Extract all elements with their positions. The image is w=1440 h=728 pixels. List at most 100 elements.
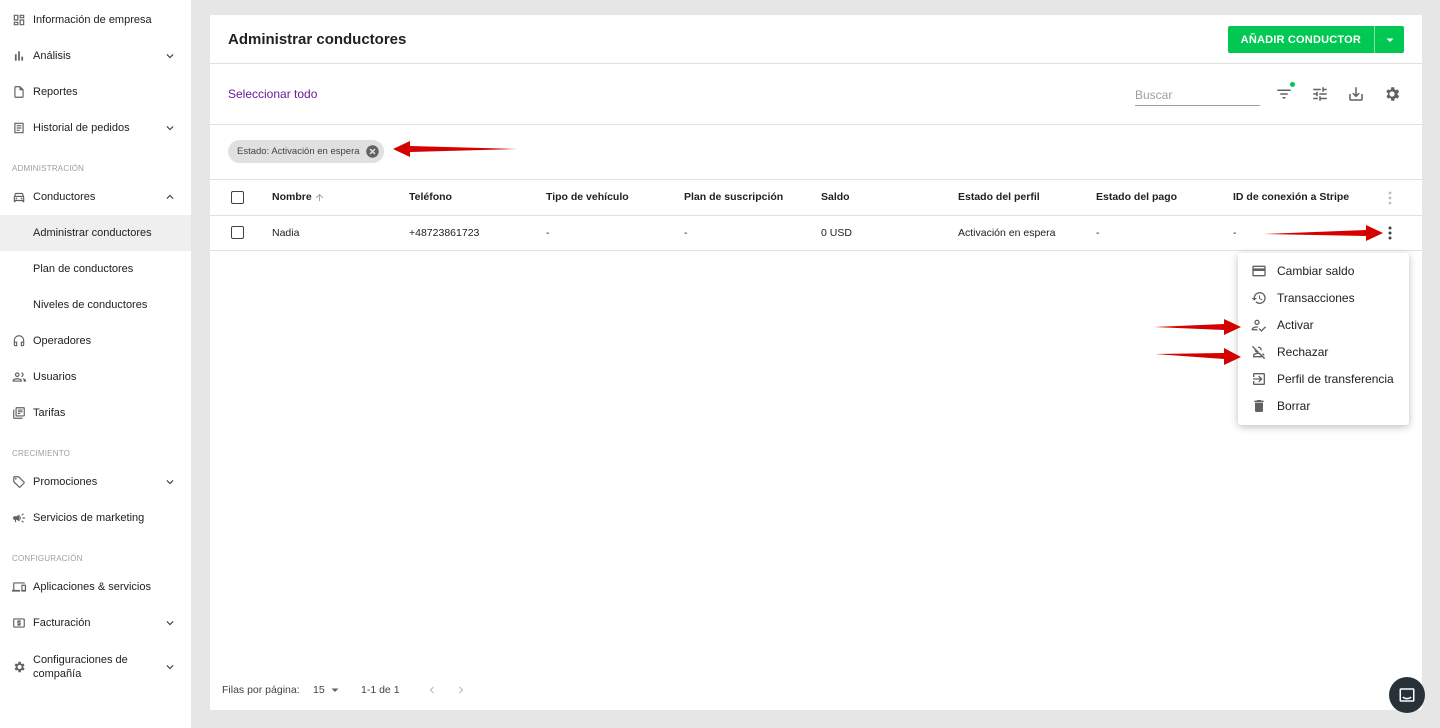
sidebar-item-drivers[interactable]: Conductores bbox=[0, 179, 191, 215]
sidebar-item-analytics[interactable]: Análisis bbox=[0, 38, 191, 74]
car-icon bbox=[12, 190, 26, 204]
chat-icon bbox=[1399, 688, 1415, 702]
users-icon bbox=[12, 370, 26, 384]
history-icon bbox=[1251, 290, 1267, 306]
cell-phone: +48723861723 bbox=[409, 227, 480, 239]
select-all-link[interactable]: Seleccionar todo bbox=[228, 87, 317, 101]
menu-item-reject[interactable]: Rechazar bbox=[1238, 338, 1409, 365]
sidebar-item-manage-drivers[interactable]: Administrar conductores bbox=[0, 215, 191, 251]
rows-per-page-value: 15 bbox=[313, 684, 325, 696]
select-all-checkbox[interactable] bbox=[231, 191, 244, 204]
tune-icon[interactable] bbox=[1311, 85, 1329, 103]
sidebar-item-company-settings[interactable]: Configuraciones de compañía bbox=[0, 647, 191, 687]
caret-down-icon[interactable] bbox=[1374, 26, 1404, 53]
sidebar-item-label-line1: Configuraciones de bbox=[33, 654, 128, 666]
cell-name: Nadia bbox=[272, 227, 300, 239]
sidebar-item-promotions[interactable]: Promociones bbox=[0, 464, 191, 500]
person-off-icon bbox=[1251, 344, 1267, 360]
sidebar-item-reports[interactable]: Reportes bbox=[0, 74, 191, 110]
cell-payment-status: - bbox=[1096, 227, 1100, 239]
sidebar-item-label-line2: compañía bbox=[33, 668, 82, 680]
chevron-down-icon[interactable] bbox=[163, 121, 177, 135]
divider bbox=[210, 250, 1422, 251]
sidebar: Información de empresa Análisis Reportes… bbox=[0, 0, 191, 728]
tariffs-icon bbox=[12, 406, 26, 420]
menu-item-transactions[interactable]: Transacciones bbox=[1238, 284, 1409, 311]
column-header-payment-status[interactable]: Estado del pago bbox=[1096, 191, 1177, 203]
sidebar-item-label: Información de empresa bbox=[33, 14, 152, 26]
sidebar-item-users[interactable]: Usuarios bbox=[0, 359, 191, 395]
chat-button[interactable] bbox=[1389, 677, 1425, 713]
tag-icon bbox=[12, 475, 26, 489]
sidebar-item-apps[interactable]: Aplicaciones & servicios bbox=[0, 569, 191, 605]
sidebar-item-tariffs[interactable]: Tarifas bbox=[0, 395, 191, 431]
row-context-menu: Cambiar saldo Transacciones Activar Rech… bbox=[1238, 253, 1409, 425]
menu-item-label: Borrar bbox=[1277, 398, 1311, 413]
billing-icon bbox=[12, 616, 26, 630]
chip-remove-icon[interactable] bbox=[365, 144, 380, 159]
filter-icon[interactable] bbox=[1275, 85, 1293, 103]
sidebar-item-billing[interactable]: Facturación bbox=[0, 605, 191, 641]
sidebar-item-marketing[interactable]: Servicios de marketing bbox=[0, 500, 191, 536]
menu-item-change-balance[interactable]: Cambiar saldo bbox=[1238, 257, 1409, 284]
headset-icon bbox=[12, 334, 26, 348]
column-header-phone[interactable]: Teléfono bbox=[409, 191, 452, 203]
rows-per-page-select[interactable]: 15 bbox=[313, 684, 340, 696]
sidebar-item-label: Reportes bbox=[33, 86, 78, 98]
column-header-stripe-id[interactable]: ID de conexión a Stripe bbox=[1233, 191, 1349, 203]
annotation-arrow bbox=[1154, 319, 1241, 335]
sidebar-item-driver-plan[interactable]: Plan de conductores bbox=[0, 251, 191, 287]
add-driver-button[interactable]: AÑADIR CONDUCTOR bbox=[1227, 26, 1404, 53]
sidebar-item-company-info[interactable]: Información de empresa bbox=[0, 2, 191, 38]
sidebar-item-label: Análisis bbox=[33, 50, 71, 62]
section-label-admin: ADMINISTRACIÓN bbox=[12, 164, 85, 173]
menu-item-activate[interactable]: Activar bbox=[1238, 311, 1409, 338]
column-header-name[interactable]: Nombre bbox=[272, 191, 325, 203]
search-input[interactable] bbox=[1135, 85, 1260, 106]
sidebar-item-label: Operadores bbox=[33, 335, 92, 347]
chevron-down-icon[interactable] bbox=[163, 475, 177, 489]
sidebar-item-label: Usuarios bbox=[33, 371, 77, 383]
filter-active-dot bbox=[1290, 82, 1295, 87]
column-options-icon[interactable] bbox=[1384, 190, 1396, 206]
report-icon bbox=[12, 85, 26, 99]
sort-arrow-up-icon[interactable] bbox=[314, 192, 325, 203]
chevron-down-icon[interactable] bbox=[163, 660, 177, 674]
menu-item-label: Activar bbox=[1277, 317, 1314, 332]
chevron-down-icon[interactable] bbox=[163, 616, 177, 630]
next-page-icon[interactable] bbox=[454, 683, 468, 702]
menu-item-delete[interactable]: Borrar bbox=[1238, 392, 1409, 419]
add-driver-label[interactable]: AÑADIR CONDUCTOR bbox=[1228, 26, 1374, 53]
column-header-vehicle-type[interactable]: Tipo de vehículo bbox=[546, 191, 629, 203]
menu-item-label: Cambiar saldo bbox=[1277, 263, 1355, 278]
chevron-down-icon[interactable] bbox=[163, 49, 177, 63]
download-icon[interactable] bbox=[1347, 85, 1365, 103]
row-more-icon[interactable] bbox=[1384, 225, 1396, 241]
divider bbox=[210, 63, 1422, 64]
sidebar-item-operators[interactable]: Operadores bbox=[0, 323, 191, 359]
menu-item-transfer-profile[interactable]: Perfil de transferencia bbox=[1238, 365, 1409, 392]
rows-per-page-label: Filas por página: bbox=[222, 684, 300, 696]
divider bbox=[210, 124, 1422, 125]
sidebar-item-driver-levels[interactable]: Niveles de conductores bbox=[0, 287, 191, 323]
row-checkbox[interactable] bbox=[231, 226, 244, 239]
filter-chip-label: Estado: Activación en espera bbox=[237, 146, 360, 157]
filter-chip[interactable]: Estado: Activación en espera bbox=[228, 140, 384, 163]
column-header-subscription[interactable]: Plan de suscripción bbox=[684, 191, 783, 203]
annotation-arrow bbox=[393, 141, 517, 157]
table-row[interactable] bbox=[210, 216, 1422, 251]
cell-profile-status: Activación en espera bbox=[958, 227, 1056, 239]
sidebar-item-order-history[interactable]: Historial de pedidos bbox=[0, 110, 191, 146]
column-header-balance[interactable]: Saldo bbox=[821, 191, 850, 203]
cell-subscription: - bbox=[684, 227, 688, 239]
prev-page-icon[interactable] bbox=[425, 683, 439, 702]
sidebar-item-label: Aplicaciones & servicios bbox=[33, 581, 151, 593]
cell-balance: 0 USD bbox=[821, 227, 852, 239]
list-icon bbox=[12, 121, 26, 135]
sidebar-item-label: Tarifas bbox=[33, 407, 66, 419]
chevron-up-icon[interactable] bbox=[163, 190, 177, 204]
caret-down-icon bbox=[331, 688, 339, 692]
settings-gear-icon[interactable] bbox=[1383, 85, 1401, 103]
column-header-profile-status[interactable]: Estado del perfil bbox=[958, 191, 1040, 203]
divider bbox=[210, 179, 1422, 180]
